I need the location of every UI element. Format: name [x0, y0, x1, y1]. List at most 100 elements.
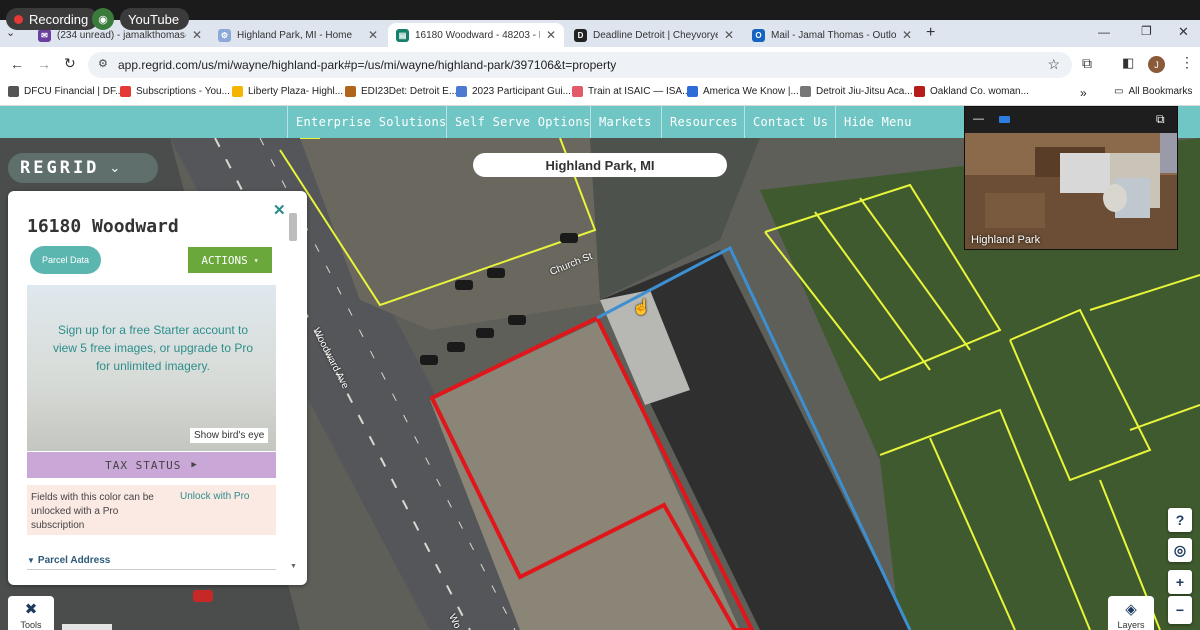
bookmark-item[interactable]: DFCU Financial | DF... [8, 86, 123, 97]
bookmark-item[interactable]: Liberty Plaza- Highl... [232, 86, 343, 97]
all-bookmarks-label: All Bookmarks [1128, 86, 1193, 97]
profile-avatar[interactable]: J [1148, 56, 1165, 73]
close-icon[interactable]: ✕ [368, 28, 378, 42]
regrid-favicon: ▤ [396, 28, 409, 42]
bookmark-item[interactable]: America We Know |... [687, 86, 799, 97]
youtube-label: YouTube [128, 11, 180, 27]
zoom-in-button[interactable]: + [1168, 570, 1192, 594]
bookmark-favicon-icon [120, 86, 131, 97]
tab-regrid[interactable]: ▤ 16180 Woodward - 48203 - Re ✕ [388, 23, 564, 47]
bookmark-item[interactable]: Subscriptions - You... [120, 86, 230, 97]
restore-icon[interactable]: ❐ [1141, 24, 1152, 38]
bookmarks-bar: DFCU Financial | DF... Subscriptions - Yo… [0, 81, 1200, 106]
more-bookmarks-icon[interactable]: » [1080, 86, 1087, 100]
overlay-toolbar: — ⧉ [965, 107, 1177, 133]
actions-button[interactable]: ACTIONS ▾ [188, 247, 272, 273]
bookmark-favicon-icon [8, 86, 19, 97]
bookmark-item[interactable]: EDI23Det: Detroit E... [345, 86, 457, 97]
pro-notice: Fields with this color can be unlocked w… [27, 485, 276, 535]
nav-resources[interactable]: Resources [661, 106, 746, 138]
extensions-icon[interactable]: ⧉ [1082, 55, 1092, 72]
panel-scrollbar[interactable] [289, 213, 297, 241]
video-call-overlay[interactable]: — ⧉ Highland Park [964, 106, 1178, 250]
parcel-data-label: Parcel Data [41, 255, 90, 265]
recording-indicator[interactable]: Recording [6, 8, 99, 30]
close-icon[interactable]: ✕ [546, 28, 556, 42]
bookmark-label: Oakland Co. woman... [930, 86, 1029, 97]
parcel-address-section[interactable]: ▼ Parcel Address [27, 555, 110, 566]
bookmark-favicon-icon [914, 86, 925, 97]
plus-icon: + [1175, 574, 1185, 590]
bookmark-item[interactable]: Oakland Co. woman... [914, 86, 1029, 97]
new-tab-icon[interactable]: + [926, 24, 935, 42]
regrid-logo-menu[interactable]: REGRID ⌄ [8, 153, 158, 183]
tab-label: Mail - Jamal Thomas - Outlook [771, 29, 896, 41]
tab-highland-park[interactable]: ⚙ Highland Park, MI - Home ✕ [210, 23, 386, 47]
tax-status-bar[interactable]: TAX STATUS ▶ [27, 452, 276, 478]
nav-enterprise-solutions[interactable]: Enterprise Solutions [287, 106, 455, 138]
close-window-icon[interactable]: ✕ [1178, 24, 1189, 40]
unlock-pro-link[interactable]: Unlock with Pro [180, 491, 249, 502]
bookmark-item[interactable]: Train at ISAIC — ISA... [572, 86, 690, 97]
caret-down-icon: ▾ [253, 255, 259, 265]
camera-indicator-icon [999, 116, 1010, 123]
minus-icon: − [1175, 602, 1185, 618]
caret-right-icon: ▶ [191, 460, 198, 470]
tax-status-label: TAX STATUS [105, 458, 182, 472]
close-panel-icon[interactable]: ✕ [273, 201, 286, 219]
back-icon[interactable]: ← [10, 56, 24, 72]
scroll-down-icon[interactable]: ▼ [290, 563, 297, 570]
bookmark-favicon-icon [800, 86, 811, 97]
zoom-out-button[interactable]: − [1168, 596, 1192, 624]
bookmark-item[interactable]: 2023 Participant Gui... [456, 86, 571, 97]
imagery-promo: Sign up for a free Starter account to vi… [27, 285, 276, 451]
reload-icon[interactable]: ↻ [64, 55, 76, 72]
nav-contact-us[interactable]: Contact Us [744, 106, 836, 138]
tab-outlook[interactable]: O Mail - Jamal Thomas - Outlook ✕ [744, 23, 920, 47]
layers-button[interactable]: ◈ Layers [1108, 596, 1154, 630]
bookmark-label: Subscriptions - You... [136, 86, 230, 97]
close-icon[interactable]: ✕ [724, 28, 734, 42]
side-panel-icon[interactable]: ◧ [1122, 55, 1134, 71]
help-button[interactable]: ? [1168, 508, 1192, 532]
tools-button[interactable]: ✖ Tools [8, 596, 54, 630]
chevron-down-icon: ⌄ [109, 160, 121, 175]
locate-button[interactable]: ◎ [1168, 538, 1192, 562]
tab-deadline-detroit[interactable]: D Deadline Detroit | Cheyvoryea ✕ [566, 23, 742, 47]
birds-eye-button[interactable]: Show bird's eye [190, 428, 269, 443]
expand-overlay-icon[interactable]: ⧉ [1156, 112, 1165, 127]
bookmark-label: EDI23Det: Detroit E... [361, 86, 458, 97]
bookmark-star-icon[interactable]: ☆ [1047, 56, 1060, 73]
nav-self-serve-options[interactable]: Self Serve Options [446, 106, 598, 138]
folder-icon: ▭ [1114, 86, 1124, 97]
close-icon[interactable]: ✕ [902, 28, 912, 42]
section-header: Parcel Address [37, 555, 111, 566]
parcel-data-button[interactable]: Parcel Data [30, 246, 101, 274]
nav-hide-menu[interactable]: Hide Menu [835, 106, 920, 138]
menu-icon[interactable]: ⋮ [1180, 54, 1194, 71]
tools-icon: ✖ [24, 601, 38, 618]
bookmark-label: Detroit Jiu-Jitsu Aca... [816, 86, 913, 97]
broadcast-icon[interactable]: ◉ [92, 8, 114, 30]
pointer-cursor-icon: ☝ [632, 299, 651, 316]
nav-markets[interactable]: Markets [590, 106, 660, 138]
layers-icon: ◈ [1125, 601, 1137, 618]
recording-label: Recording [29, 11, 89, 27]
site-info-icon[interactable]: ⚙ [98, 57, 108, 70]
tab-label: Highland Park, MI - Home [237, 29, 353, 41]
bookmark-item[interactable]: Detroit Jiu-Jitsu Aca... [800, 86, 913, 97]
bookmark-favicon-icon [345, 86, 356, 97]
forward-icon[interactable]: → [37, 56, 51, 72]
navigation-bar: ← → ↻ ⚙ app.regrid.com/us/mi/wayne/highl… [0, 47, 1200, 81]
promo-text[interactable]: Sign up for a free Starter account to vi… [47, 321, 259, 375]
close-icon[interactable]: ✕ [192, 28, 202, 42]
minimize-icon[interactable]: — [1098, 25, 1110, 39]
courtroom-video-feed [965, 133, 1177, 249]
tab-label: 16180 Woodward - 48203 - Re [415, 29, 540, 41]
tools-label: Tools [20, 620, 42, 630]
pro-note-text: Fields with this color can be unlocked w… [31, 492, 154, 531]
minimize-overlay-icon[interactable]: — [973, 113, 984, 125]
address-bar[interactable]: ⚙ app.regrid.com/us/mi/wayne/highland-pa… [88, 52, 1072, 78]
all-bookmarks-folder[interactable]: ▭ All Bookmarks [1114, 86, 1192, 97]
youtube-indicator[interactable]: YouTube [120, 8, 190, 30]
